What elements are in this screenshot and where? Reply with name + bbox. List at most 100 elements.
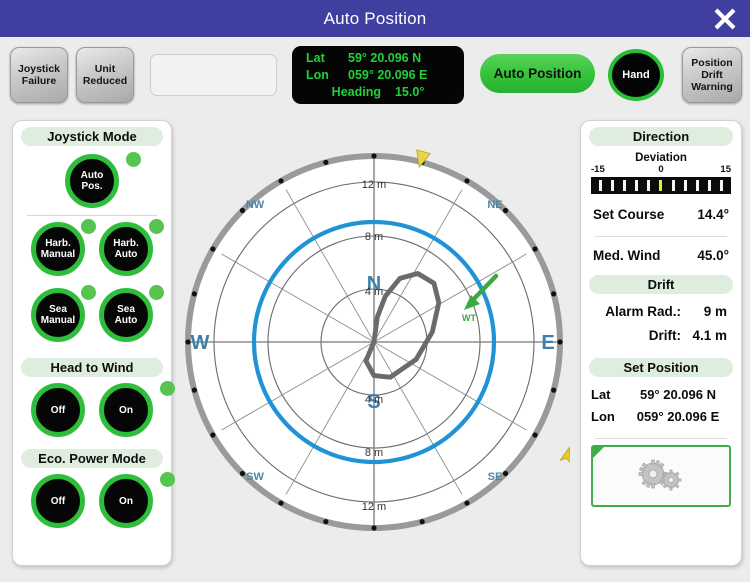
set-position-lat-value: 59° 20.096 N [639,387,717,402]
range-label-bottom-8m: 8 m [365,447,383,459]
radar-svg: WT N S W E NW NE SW SE 12 m 8 m 4 m 4 m … [185,149,570,531]
eco-power-off-wrap: Off [31,474,85,528]
compass-tick-dot [278,500,284,506]
harb-manual-knob-wrap: Harb. Manual [31,219,96,276]
head-to-wind-led [160,381,175,396]
compass-tick-dot [502,207,509,214]
lcd-lon-value: 059° 20.096 E [348,68,428,82]
lcd-lat-value: 59° 20.096 N [348,51,422,65]
head-to-wind-off-wrap: Off [31,383,85,437]
sea-manual-label-1: Sea [49,304,67,315]
set-position-lon-row: Lon 059° 20.096 E [581,406,741,428]
compass-tick-dot [239,470,246,477]
deviation-tick [610,180,614,191]
alarm-radius-value: 9 m [703,304,727,319]
lcd-lon-label: Lon [306,68,329,82]
compass-tick-dot [532,246,538,252]
set-course-label: Set Course [593,207,665,222]
compass-tick-dot [502,470,509,477]
compass-tick-dot [191,387,197,393]
deviation-scale: -15 0 15 [581,164,741,175]
gears-icon [638,459,682,491]
sea-auto-led [149,285,164,300]
close-icon[interactable] [710,4,740,34]
active-corner-marker [593,447,604,458]
auto-pos-button[interactable]: Auto Pos. [65,154,119,208]
lcd-lat-row: Lat 59° 20.096 N [299,50,457,67]
set-position-header: Set Position [589,358,733,377]
joystick-failure-button[interactable]: Joystick Failure [10,47,68,103]
eco-power-off-button[interactable]: Off [31,474,85,528]
harb-auto-button[interactable]: Harb. Auto [99,222,153,276]
auto-position-button[interactable]: Auto Position [480,54,595,93]
unit-reduced-button[interactable]: Unit Reduced [76,47,134,103]
position-drift-label-3: Warning [691,81,733,94]
deviation-tick [720,180,724,191]
set-position-lon-value: 059° 20.096 E [636,409,720,424]
page-title: Auto Position [323,8,427,28]
position-radar-display[interactable]: WT N S W E NW NE SW SE 12 m 8 m 4 m 4 m … [178,118,570,566]
deviation-tick-active [659,180,663,191]
sea-manual-button[interactable]: Sea Manual [31,288,85,342]
compass-label-e: E [541,332,554,354]
head-to-wind-off-button[interactable]: Off [31,383,85,437]
harb-manual-button[interactable]: Harb. Manual [31,222,85,276]
joystick-mode-row-auto: Auto Pos. [13,152,171,208]
position-readout-display: Lat 59° 20.096 N Lon 059° 20.096 E Headi… [292,46,464,104]
deviation-label: Deviation [635,152,687,164]
lcd-heading-label: Heading [331,85,381,99]
compass-tick-dot [551,291,557,297]
compass-tick-dot [191,291,197,297]
compass-tick-dot [532,432,538,438]
sea-auto-label-1: Sea [117,304,135,315]
sea-auto-button[interactable]: Sea Auto [99,288,153,342]
compass-tick-dot [323,519,329,525]
compass-label-nw: NW [246,199,265,211]
sea-auto-label-2: Auto [114,315,138,326]
auto-pos-label-2: Pos. [81,181,103,192]
harb-auto-label-2: Auto [114,249,138,260]
lcd-heading-value: 15.0° [394,85,425,99]
harb-manual-label-2: Manual [40,249,76,260]
sea-manual-label-2: Manual [40,315,76,326]
sea-manual-led [81,285,96,300]
position-drift-label-1: Position [691,56,733,69]
unit-reduced-label-2: Reduced [82,75,128,87]
title-bar: Auto Position [0,0,750,37]
direction-header: Direction [589,127,733,146]
alarm-radius-label: Alarm Rad.: [605,304,681,319]
compass-label-sw: SW [246,471,264,483]
harb-auto-label-1: Harb. [113,238,139,249]
drift-label: Drift: [648,328,681,343]
compass-tick-dot [371,153,377,159]
set-position-lat-row: Lat 59° 20.096 N [581,384,741,406]
position-drift-label-2: Drift [701,68,723,81]
joystick-mode-row-sea: Sea Manual Sea Auto [13,285,171,342]
lcd-lon-row: Lon 059° 20.096 E [299,67,457,84]
deviation-tick [622,180,626,191]
joystick-failure-label-1: Joystick [17,62,61,75]
med-wind-label: Med. Wind [593,248,661,263]
deviation-tick [708,180,712,191]
wind-label: WT [462,313,476,323]
deviation-tick [683,180,687,191]
blank-status-field[interactable] [150,54,277,96]
eco-power-led [160,472,175,487]
med-wind-row: Med. Wind 45.0° [581,243,741,269]
deviation-scale-max: 15 [720,164,731,175]
position-drift-warning-button[interactable]: Position Drift Warning [682,47,742,103]
auto-position-window: Auto Position Joystick Failure Unit Redu… [0,0,750,582]
compass-tick-dot [557,339,563,345]
head-to-wind-on-button[interactable]: On [99,383,153,437]
deviation-tick [635,180,639,191]
eco-power-on-button[interactable]: On [99,474,153,528]
compass-tick-dot [419,519,425,525]
hand-button[interactable]: Hand [608,49,664,101]
set-course-row: Set Course 14.4° [581,202,741,228]
settings-button[interactable] [591,445,731,507]
right-info-panel: Direction Deviation -15 0 15 Set Course … [580,120,742,566]
range-label-top-4m: 4 m [365,286,383,298]
deviation-scale-mid: 0 [658,164,664,175]
auto-pos-label-1: Auto [80,170,104,181]
deviation-tick [695,180,699,191]
